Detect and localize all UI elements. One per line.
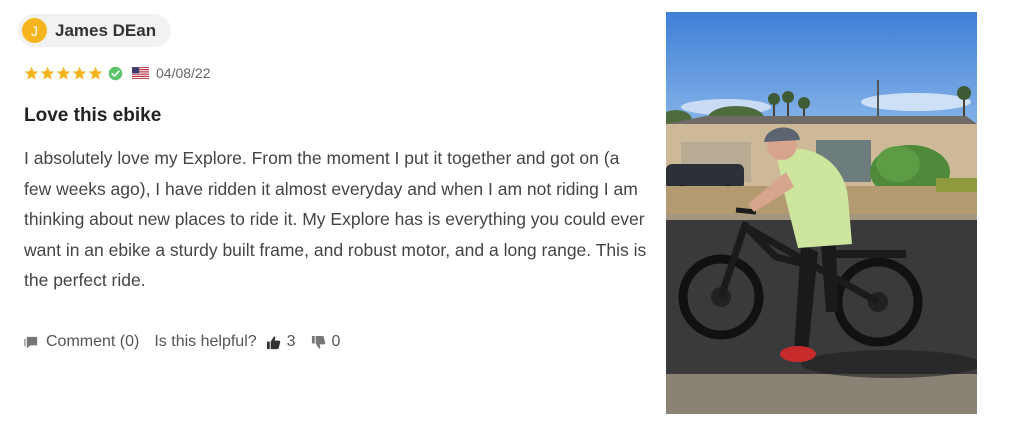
helpful-yes-count: 3	[286, 333, 296, 350]
author-badge: J James DEan	[18, 14, 171, 47]
review-meta: 04/08/22	[24, 63, 211, 83]
star-icon	[24, 66, 39, 79]
star-icon	[88, 66, 103, 79]
review-photo[interactable]	[666, 12, 977, 414]
comment-button[interactable]: Comment (0)	[46, 333, 139, 351]
review-date: 04/08/22	[156, 65, 211, 81]
check-circle-icon	[108, 66, 123, 80]
star-icon	[40, 66, 55, 79]
review-title: Love this ebike	[24, 105, 162, 126]
review-body: I absolutely love my Explore. From the m…	[24, 148, 647, 290]
star-rating	[24, 66, 104, 81]
review-actions: Comment (0) Is this helpful? 3 0	[24, 330, 340, 354]
star-icon	[72, 66, 87, 79]
avatar: J	[22, 18, 47, 43]
thumbs-down-icon[interactable]	[311, 335, 326, 350]
author-name: James DEan	[55, 20, 157, 40]
helpful-label: Is this helpful?	[154, 333, 257, 350]
thumbs-up-icon[interactable]	[266, 335, 281, 350]
comment-icon[interactable]	[24, 335, 39, 350]
helpful-no-count: 0	[331, 333, 341, 350]
star-icon	[56, 66, 71, 79]
us-flag-icon	[132, 67, 149, 79]
